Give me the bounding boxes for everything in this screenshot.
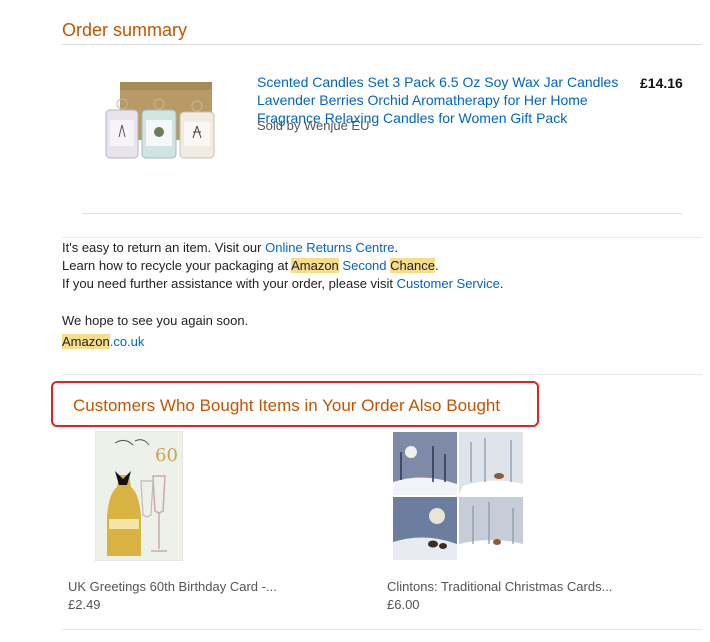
assistance-prefix: If you need further assistance with your… <box>62 276 397 291</box>
product-image[interactable]: 60 <box>95 431 183 561</box>
amazon-highlight[interactable]: Amazon <box>291 258 339 273</box>
recommended-item-price: £6.00 <box>387 597 420 612</box>
goodbye-text: We hope to see you again soon. <box>62 313 249 328</box>
product-title-line[interactable]: Lavender Berries Orchid Aromatherapy for… <box>257 92 588 108</box>
divider <box>62 237 702 238</box>
returns-text: It's easy to return an item. Visit our O… <box>62 239 398 257</box>
product-image[interactable] <box>393 432 523 560</box>
assistance-text: If you need further assistance with your… <box>62 275 504 293</box>
recommended-item-name[interactable]: UK Greetings 60th Birthday Card -... <box>68 579 277 594</box>
divider <box>62 374 702 375</box>
punctuation: . <box>394 240 399 255</box>
divider <box>62 44 702 45</box>
recommended-item-price: £2.49 <box>68 597 101 612</box>
product-title-line[interactable]: Scented Candles Set 3 Pack 6.5 Oz Soy Wa… <box>257 74 618 90</box>
svg-text:60: 60 <box>155 445 178 466</box>
seller-text: Sold by Wenjue EU <box>257 118 370 133</box>
recommended-item-name[interactable]: Clintons: Traditional Christmas Cards... <box>387 579 612 594</box>
punctuation: . <box>434 258 439 273</box>
chance-highlight[interactable]: Chance <box>390 258 435 273</box>
customer-service-link[interactable]: Customer Service <box>397 276 500 291</box>
amazon-brand[interactable]: Amazon <box>62 334 110 349</box>
online-returns-centre-link[interactable]: Online Returns Centre <box>265 240 394 255</box>
amazon-domain[interactable]: .co.uk <box>110 334 145 349</box>
recycle-prefix: Learn how to recycle your packaging at <box>62 258 292 273</box>
recycle-text: Learn how to recycle your packaging at A… <box>62 257 439 275</box>
returns-prefix: It's easy to return an item. Visit our <box>62 240 266 255</box>
item-price: £14.16 <box>640 75 683 91</box>
order-summary-heading: Order summary <box>62 20 188 40</box>
second-chance-link[interactable]: Second <box>342 258 386 273</box>
recommendations-heading: Customers Who Bought Items in Your Order… <box>73 396 501 415</box>
divider <box>62 629 702 630</box>
punctuation: . <box>499 276 504 291</box>
amazon-signature-link[interactable]: Amazon.co.uk <box>62 333 144 351</box>
divider <box>82 213 682 214</box>
product-image[interactable] <box>100 80 220 165</box>
